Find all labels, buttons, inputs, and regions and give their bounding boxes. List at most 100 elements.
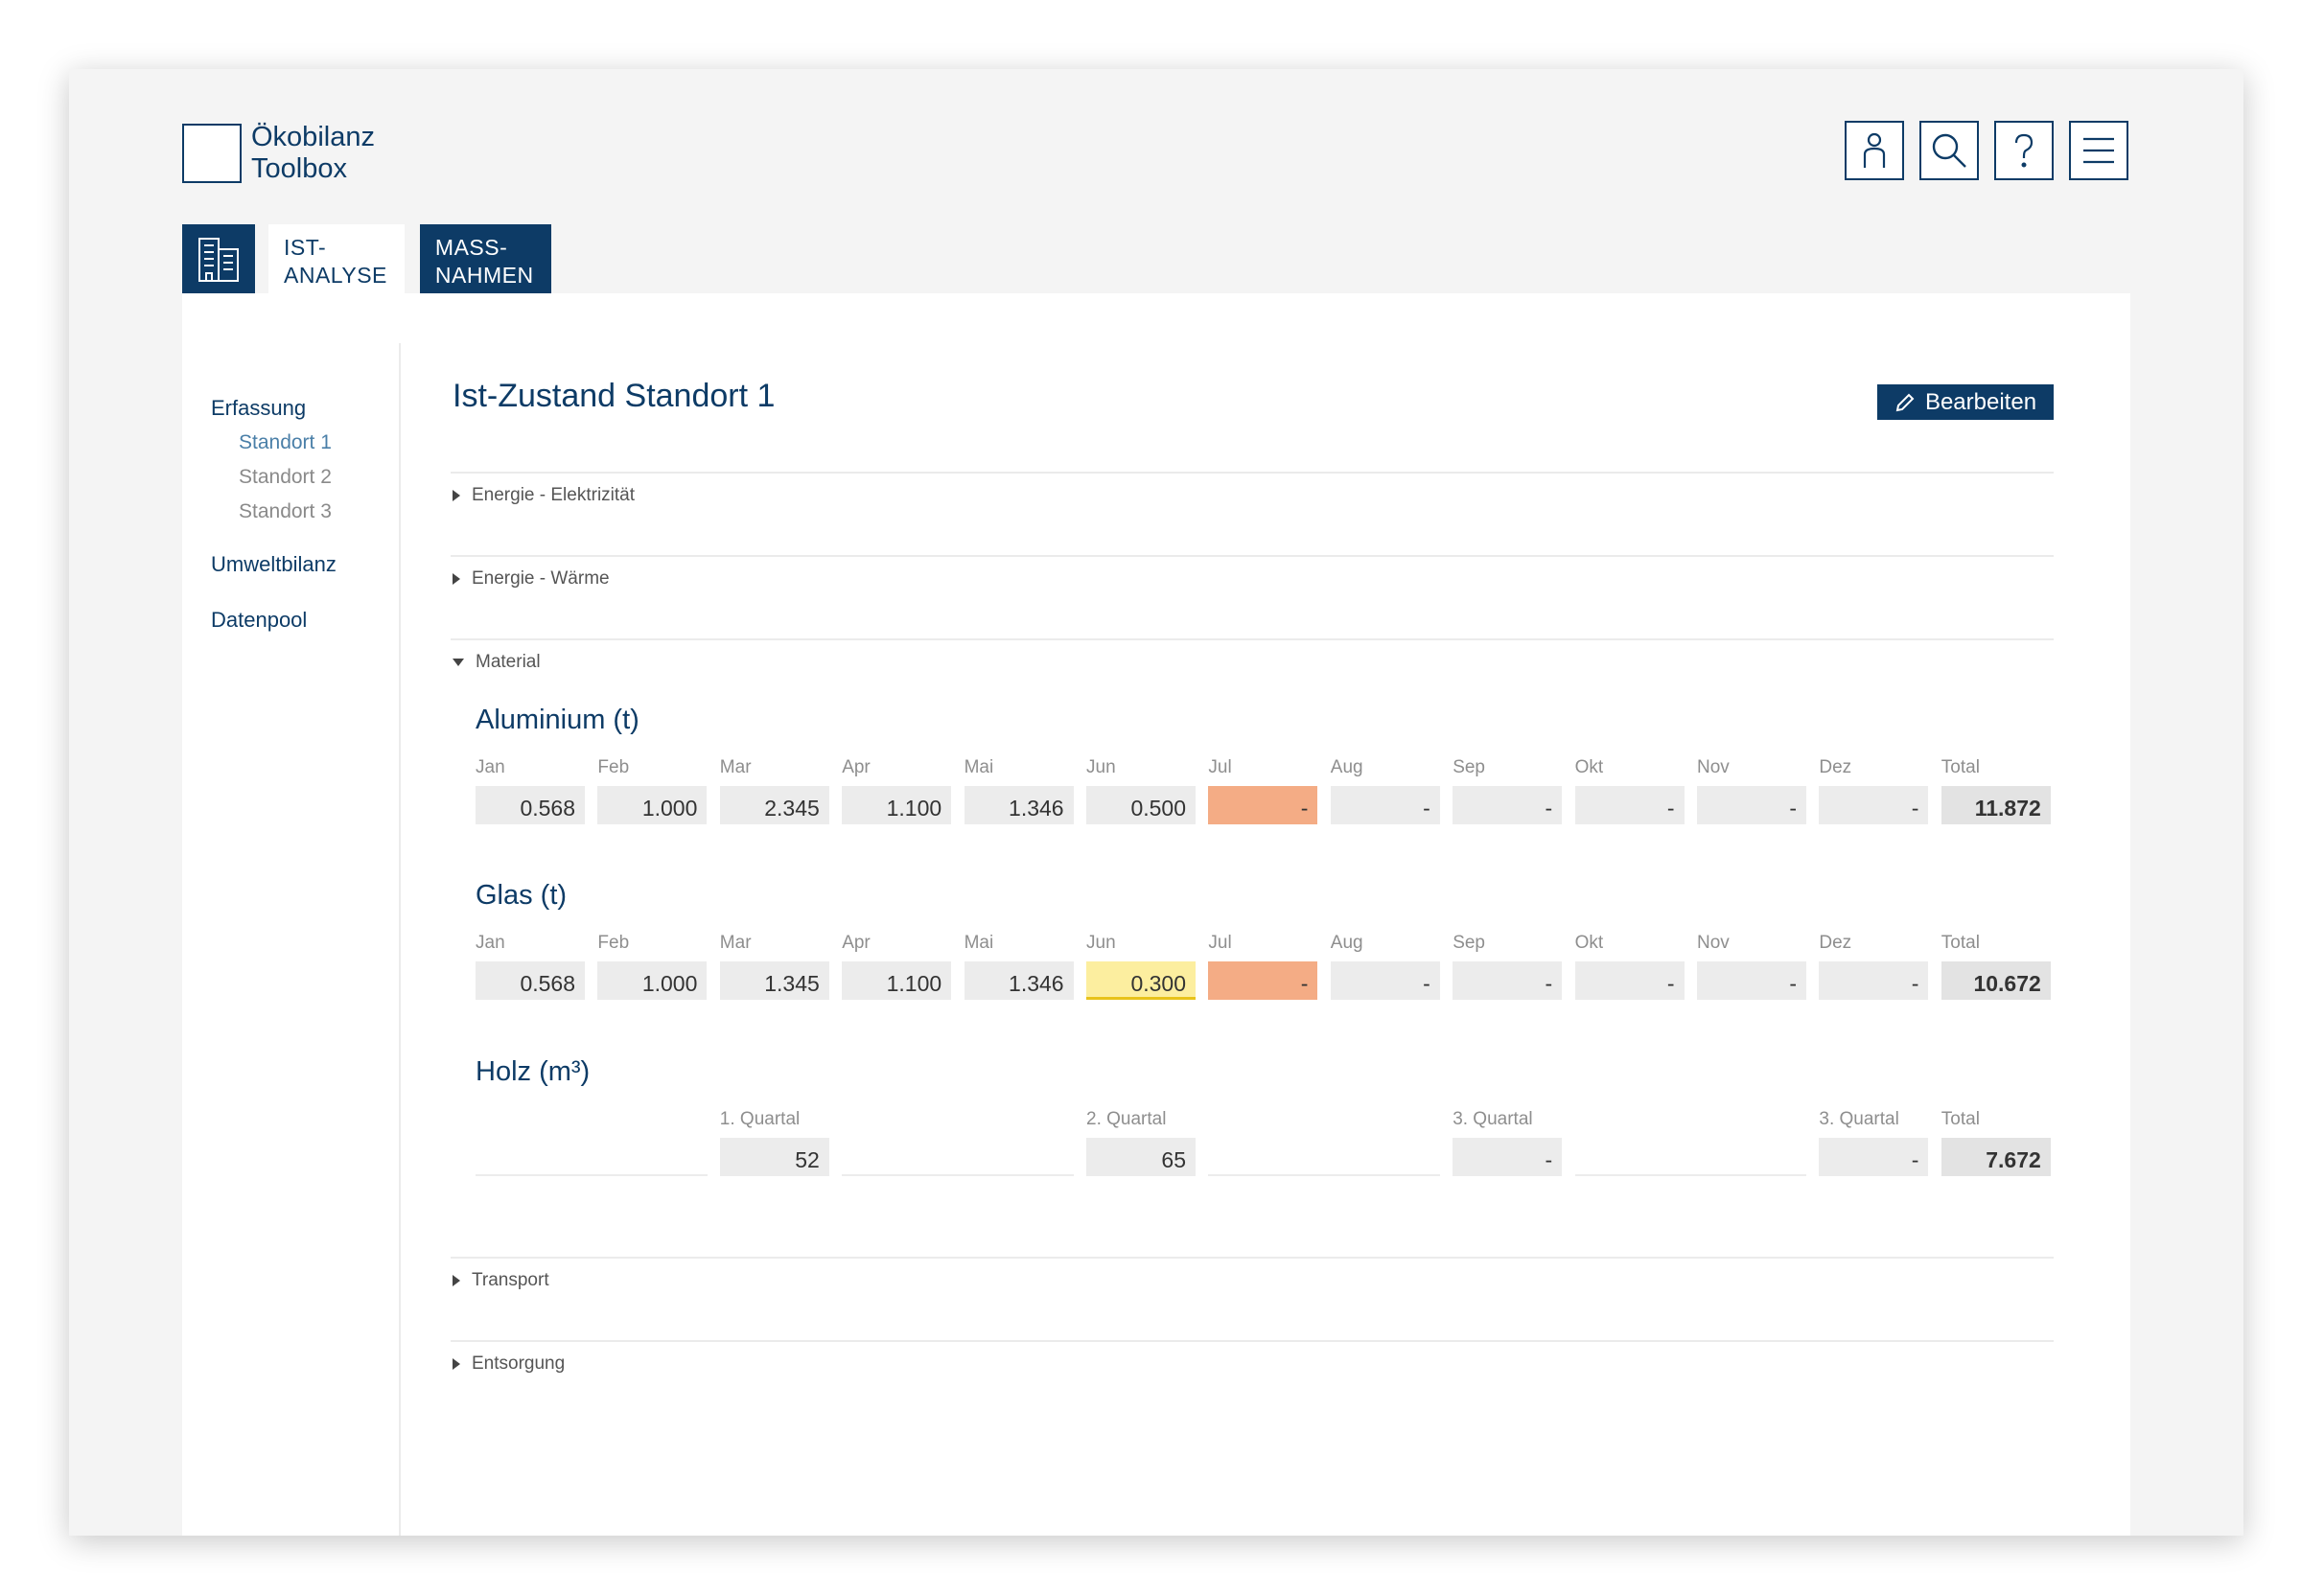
total-value: 11.872 — [1941, 786, 2051, 824]
glas-cell-jul: Jul - — [1208, 933, 1318, 1000]
search-icon — [1932, 133, 1966, 168]
help-icon — [2014, 133, 2034, 168]
month-value-input[interactable]: 1.100 — [842, 961, 952, 1000]
holz-total-cell: Total 7.672 — [1941, 1109, 2051, 1176]
empty-label — [476, 1109, 708, 1134]
sidebar-item-standort-1[interactable]: Standort 1 — [239, 431, 332, 454]
month-value-input[interactable]: - — [1697, 961, 1806, 1000]
holz-empty-cell — [1574, 1109, 1807, 1176]
glas-cell-total: Total 10.672 — [1941, 933, 2051, 1000]
quarter-label: 2. Quartal — [1086, 1109, 1167, 1129]
month-value-input[interactable]: - — [1330, 786, 1440, 824]
section-elektrizitaet: Energie - Elektrizität — [451, 472, 2054, 555]
glas-cell-jan: Jan 0.568 — [476, 933, 585, 1000]
aluminium-cell-mai: Mai 1.346 — [964, 757, 1074, 824]
aluminium-cell-mar: Mar 2.345 — [719, 757, 829, 824]
logo-mark — [182, 124, 242, 183]
month-value-input[interactable]: - — [1574, 961, 1685, 1000]
month-label: Sep — [1453, 933, 1485, 953]
sidebar-item-erfassung[interactable]: Erfassung — [211, 396, 306, 421]
month-value-input[interactable]: - — [1330, 961, 1440, 1000]
section-toggle-transport[interactable]: Transport — [453, 1270, 549, 1291]
tab-mass-line1: MASS- — [434, 235, 508, 260]
glas-cell-feb: Feb 1.000 — [597, 933, 708, 1000]
menu-button[interactable] — [2069, 121, 2128, 180]
quarter-value-input[interactable]: 65 — [1086, 1138, 1196, 1176]
month-value-input[interactable]: - — [1819, 961, 1929, 1000]
aluminium-cell-aug: Aug - — [1330, 757, 1440, 824]
material-title-aluminium: Aluminium (t) — [476, 705, 639, 735]
month-value-input[interactable]: 0.568 — [476, 961, 585, 1000]
month-label: Feb — [597, 757, 630, 777]
sidebar-item-datenpool[interactable]: Datenpool — [211, 608, 307, 633]
month-value-input[interactable]: 0.500 — [1086, 786, 1196, 824]
month-value-input[interactable]: - — [1574, 786, 1685, 824]
sidebar-item-standort-3[interactable]: Standort 3 — [239, 500, 332, 523]
empty-label — [1208, 1109, 1440, 1134]
month-value-input[interactable]: - — [1819, 786, 1929, 824]
month-value-input[interactable]: 1.000 — [597, 786, 708, 824]
content-panel: Erfassung Standort 1 Standort 2 Standort… — [182, 293, 2130, 1536]
month-value-input[interactable]: 0.300 — [1086, 961, 1196, 1000]
holz-empty-cell — [842, 1109, 1074, 1176]
holz-quarter-cell: 3. Quartal - — [1453, 1109, 1563, 1176]
sidebar-item-umweltbilanz[interactable]: Umweltbilanz — [211, 552, 337, 577]
month-value-input[interactable]: 0.568 — [476, 786, 585, 824]
month-value-input[interactable]: 1.100 — [842, 786, 952, 824]
sidebar-item-standort-2[interactable]: Standort 2 — [239, 466, 332, 489]
month-value-input[interactable]: - — [1697, 786, 1806, 824]
section-toggle-elektrizitaet[interactable]: Energie - Elektrizität — [453, 485, 635, 506]
month-label: Jul — [1208, 933, 1232, 953]
aluminium-cell-feb: Feb 1.000 — [597, 757, 708, 824]
section-toggle-waerme[interactable]: Energie - Wärme — [453, 568, 610, 590]
holz-quarter-cell: 3. Quartal - — [1819, 1109, 1929, 1176]
aluminium-cell-jan: Jan 0.568 — [476, 757, 585, 824]
month-label: Nov — [1697, 757, 1730, 777]
tab-ist-analyse[interactable]: IST- ANALYSE — [268, 220, 405, 295]
month-value-input[interactable]: 2.345 — [719, 786, 829, 824]
section-label-entsorgung: Entsorgung — [472, 1353, 566, 1374]
month-value-input[interactable]: - — [1208, 786, 1318, 824]
section-toggle-entsorgung[interactable]: Entsorgung — [453, 1353, 565, 1375]
quarter-value-input[interactable]: - — [1453, 1138, 1563, 1176]
menu-icon — [2083, 137, 2114, 164]
page-title: Ist-Zustand Standort 1 — [453, 378, 776, 414]
collapse-icon — [453, 659, 464, 666]
month-value-input[interactable]: - — [1208, 961, 1318, 1000]
month-label: Total — [1941, 933, 1980, 953]
month-value-input[interactable]: 1.345 — [719, 961, 829, 1000]
month-label: Okt — [1574, 933, 1604, 953]
tab-ist-line2: ANALYSE — [284, 263, 387, 288]
tab-massnahmen[interactable]: MASS- NAHMEN — [419, 224, 551, 295]
quarter-value-input[interactable]: - — [1819, 1138, 1929, 1176]
glas-cell-mai: Mai 1.346 — [964, 933, 1074, 1000]
total-value: 10.672 — [1941, 961, 2051, 1000]
empty-field — [1574, 1138, 1807, 1176]
aluminium-cell-apr: Apr 1.100 — [842, 757, 952, 824]
tab-home[interactable] — [182, 224, 255, 295]
month-label: Mai — [964, 933, 994, 953]
month-value-input[interactable]: 1.346 — [964, 786, 1074, 824]
holz-empty-cell — [1208, 1109, 1441, 1176]
aluminium-cell-okt: Okt - — [1574, 757, 1685, 824]
edit-button[interactable]: Bearbeiten — [1877, 384, 2054, 420]
user-icon — [1863, 132, 1886, 168]
month-label: Mar — [719, 757, 752, 777]
month-value-input[interactable]: - — [1453, 961, 1563, 1000]
sidebar: Erfassung Standort 1 Standort 2 Standort… — [182, 343, 401, 1536]
search-button[interactable] — [1919, 121, 1979, 180]
month-value-input[interactable]: 1.346 — [964, 961, 1074, 1000]
building-icon — [198, 238, 239, 282]
glas-cell-sep: Sep - — [1453, 933, 1563, 1000]
holz-row: 1. Quartal 52 2. Quartal 65 3. Quartal -3. Qu… — [476, 1109, 2054, 1176]
month-label: Dez — [1819, 933, 1852, 953]
section-toggle-material[interactable]: Material — [453, 652, 541, 673]
help-button[interactable] — [1994, 121, 2054, 180]
user-button[interactable] — [1845, 121, 1904, 180]
expand-icon — [453, 490, 460, 501]
logo-text: Ökobilanz Toolbox — [251, 122, 375, 185]
app-logo[interactable]: Ökobilanz Toolbox — [182, 122, 375, 185]
quarter-value-input[interactable]: 52 — [719, 1138, 829, 1176]
month-value-input[interactable]: 1.000 — [597, 961, 708, 1000]
month-value-input[interactable]: - — [1453, 786, 1563, 824]
